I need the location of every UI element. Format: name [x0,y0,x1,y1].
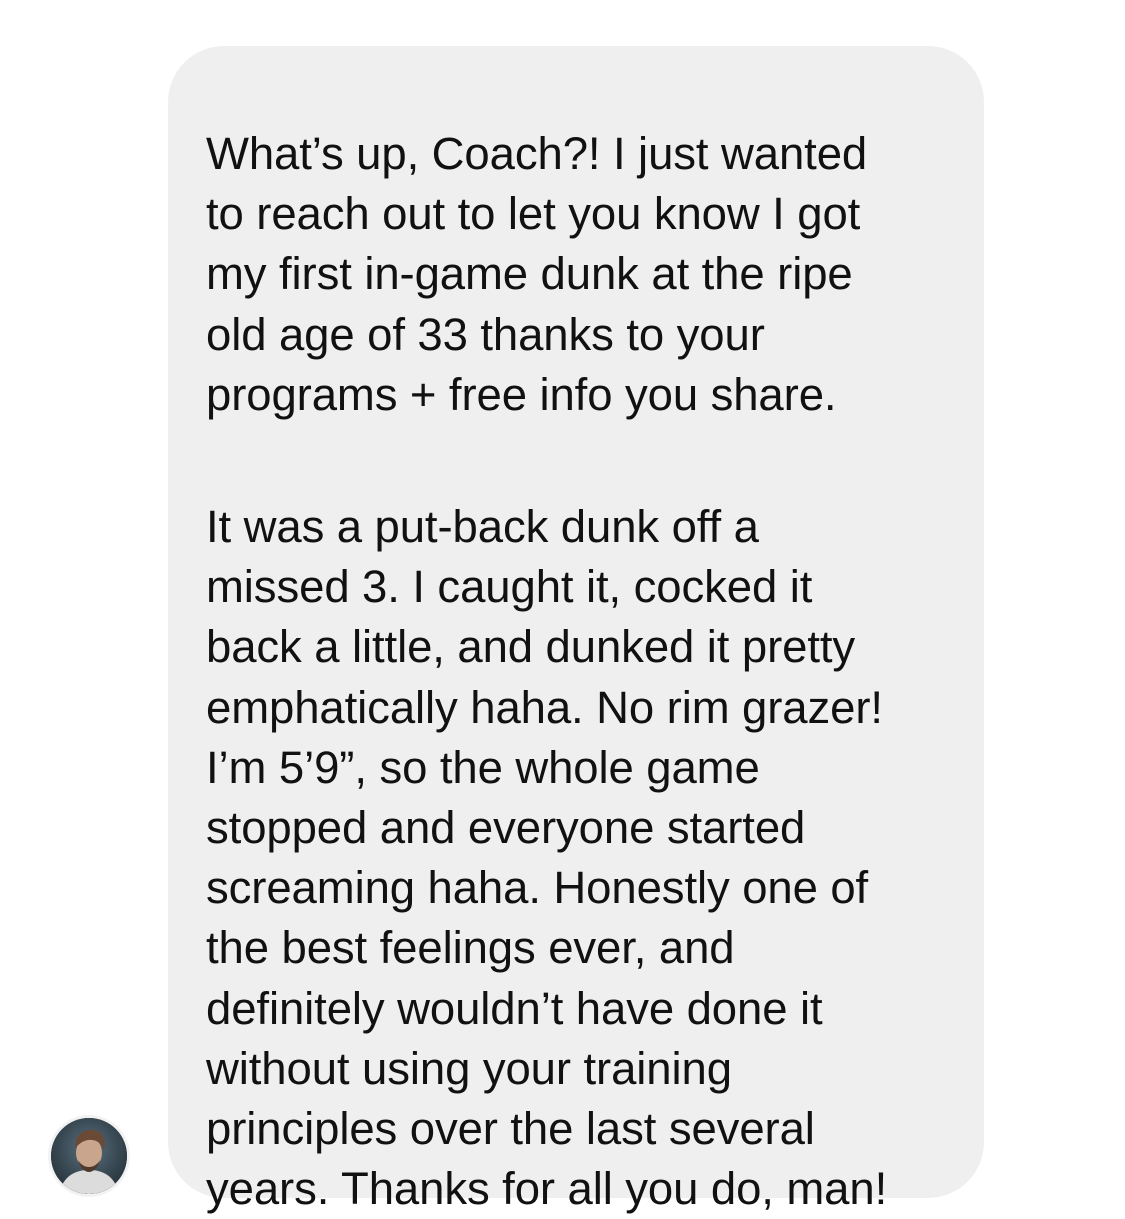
sender-avatar[interactable] [48,1115,130,1197]
message-bubble[interactable]: What’s up, Coach?! I just wanted to reac… [168,46,984,1214]
message-paragraph-1: What’s up, Coach?! I just wanted to reac… [206,128,868,420]
profile-photo-icon [51,1118,127,1194]
message-paragraph-2: It was a put-back dunk off a missed 3. I… [206,501,888,1215]
message-thread: What’s up, Coach?! I just wanted to reac… [0,0,1125,1214]
